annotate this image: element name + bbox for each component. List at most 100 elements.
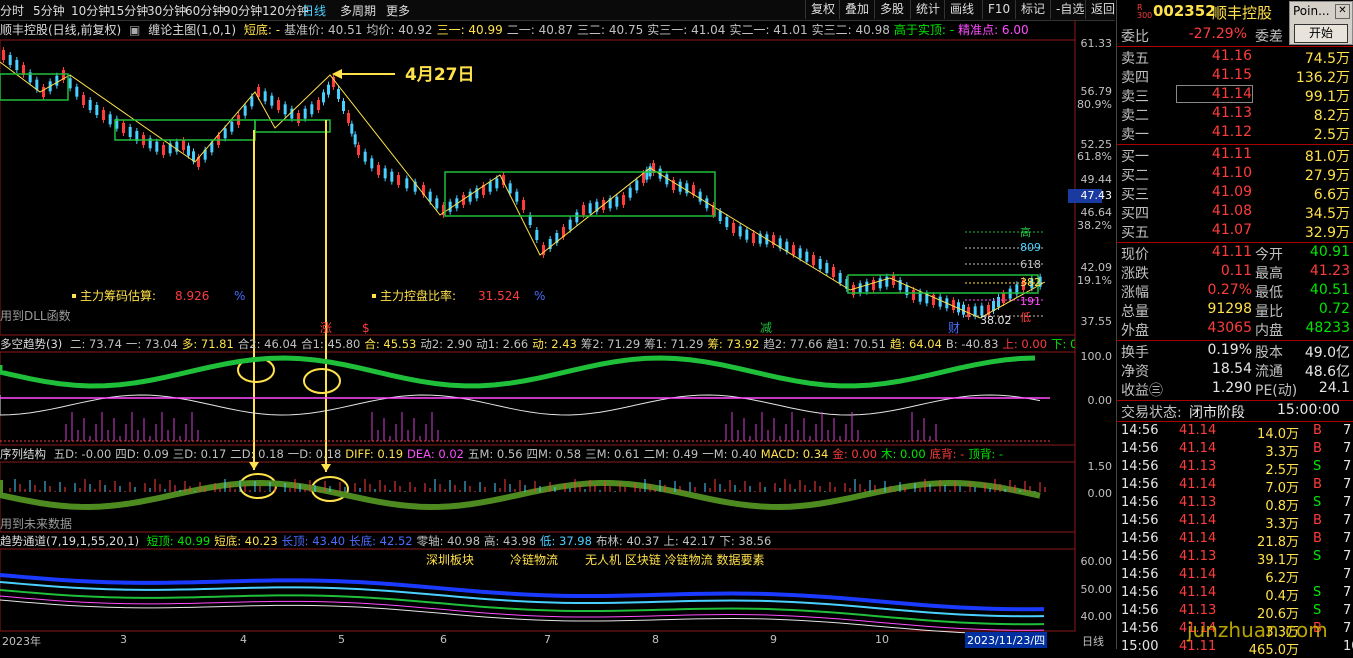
level-label: 高 <box>1020 225 1031 239</box>
indicator-value: 金: 0.00 <box>832 447 878 461</box>
toolbar-button[interactable]: 返回 <box>1085 0 1120 19</box>
indicator-value: 二M: 0.49 <box>643 447 699 461</box>
toolbar-button[interactable]: 画线 <box>944 0 979 19</box>
stat-row: 净资 18.54 流通 48.6亿 <box>1117 361 1353 380</box>
buy-row[interactable]: 买三 41.09 6.6万 <box>1117 184 1353 203</box>
tick-price: 41.14 <box>1179 585 1217 600</box>
bullet <box>372 294 376 298</box>
indicator-value: 二: 73.74 <box>69 337 122 351</box>
tick-price: 41.14 <box>1179 441 1217 456</box>
indicator-value: 高于实顶: - <box>893 23 955 37</box>
tick-price: 41.13 <box>1179 549 1217 564</box>
candle-body <box>303 108 307 119</box>
sell-row[interactable]: 卖四 41.15 136.2万 <box>1117 67 1353 86</box>
buy-row[interactable]: 买二 41.10 27.9万 <box>1117 165 1353 184</box>
indicator-value: MACD: 0.34 <box>760 447 829 461</box>
stat-label: 流通 <box>1255 364 1283 380</box>
tick-count: 7 <box>1343 549 1352 564</box>
indicator-value: 一D: 0.18 <box>287 447 342 461</box>
toolbar-button[interactable]: 复权 <box>805 0 840 19</box>
indicator3-name[interactable]: 趋势通道(7,19,1,55,20,1) <box>0 534 139 548</box>
indicator-value: 动1: 2.66 <box>476 337 529 351</box>
sell-row[interactable]: 卖一 41.12 2.5万 <box>1117 124 1353 143</box>
indicator-value: 短底: - <box>243 23 281 37</box>
toolbar-button[interactable]: 统计 <box>910 0 945 19</box>
indicator-value: DEA: 0.02 <box>407 447 464 461</box>
indicator-value: 一: 73.04 <box>125 337 178 351</box>
chip-estimate-unit: % <box>234 289 245 303</box>
buy-row[interactable]: 买四 41.08 34.5万 <box>1117 203 1353 222</box>
timeframe-tab[interactable]: 5分钟 <box>33 2 65 19</box>
trend-band <box>0 355 1036 389</box>
guide-arrowhead <box>321 464 331 472</box>
sell-row[interactable]: 卖五 41.16 74.5万 <box>1117 48 1353 67</box>
toolbar-button[interactable]: -自选 <box>1050 0 1089 19</box>
tick-side: B <box>1313 531 1322 546</box>
sell-price: 41.12 <box>1211 124 1252 140</box>
indicator-value: 上: 42.17 <box>663 534 716 548</box>
timeframe-tab[interactable]: 30分钟 <box>147 2 186 19</box>
close-icon[interactable]: ✕ <box>1335 4 1350 19</box>
toolbar-button[interactable]: 多股 <box>874 0 909 19</box>
tick-volume: 39.1万 <box>1257 553 1299 568</box>
toolbar-button[interactable]: F10 <box>982 0 1015 19</box>
candle-body <box>230 121 234 132</box>
candle-body <box>792 245 795 255</box>
indicator-value: 长顶: 43.40 <box>281 534 346 548</box>
indicator-value: 合: 45.53 <box>364 337 417 351</box>
tick-time: 14:56 <box>1121 495 1159 510</box>
timeframe-tab[interactable]: 15分钟 <box>109 2 148 19</box>
indicator-axis-label: 40.00 <box>1081 610 1113 623</box>
candle-body <box>35 79 39 90</box>
sell-label: 卖四 <box>1121 70 1149 86</box>
indicator2-header: 序列结构 五D: -0.00 四D: 0.09 三D: 0.17 二D: 0.18 一D… <box>0 446 1075 462</box>
timeframe-tab[interactable]: 多周期 <box>340 2 376 19</box>
timeframe-tab[interactable]: 60分钟 <box>185 2 224 19</box>
timeframe-tab[interactable]: 10分钟 <box>71 2 110 19</box>
candle-body <box>223 128 227 139</box>
buy-volume: 34.5万 <box>1304 206 1350 222</box>
buy-price: 41.09 <box>1211 184 1252 200</box>
buy-price: 41.11 <box>1211 146 1252 162</box>
buy-row[interactable]: 买一 41.11 81.0万 <box>1117 146 1353 165</box>
stat-value: 0.72 <box>1318 301 1350 317</box>
stat-value: 18.54 <box>1211 361 1252 377</box>
indicator-value: 趋: 64.04 <box>889 337 942 351</box>
indicator-value: 布林: 40.37 <box>595 534 660 548</box>
candle-body <box>698 191 702 202</box>
tick-volume: 2.5万 <box>1265 463 1299 478</box>
indicator1-name[interactable]: 多空趋势(3) <box>0 337 62 351</box>
trade-status-value: 闭市阶段 <box>1189 405 1245 421</box>
candle-body <box>317 100 320 110</box>
price-axis-label: 46.64 <box>1081 206 1113 219</box>
chart-settings-icon[interactable]: ▣ <box>129 23 140 37</box>
timeframe-tab[interactable]: 更多 <box>386 2 410 19</box>
price-axis-label: 47.43 <box>1081 189 1113 202</box>
guide-arrowhead <box>249 462 259 470</box>
indicator-value: 动2: 2.90 <box>420 337 473 351</box>
timeframe-tab[interactable]: 日线 <box>302 2 326 19</box>
buy-row[interactable]: 买五 41.07 32.9万 <box>1117 222 1353 241</box>
level-label: 809 <box>1020 241 1041 254</box>
candle-body <box>322 92 325 103</box>
tick-time: 14:56 <box>1121 549 1159 564</box>
sell-row[interactable]: 卖三 41.14 99.1万 <box>1117 85 1353 105</box>
timeframe-tab[interactable]: 90分钟 <box>223 2 262 19</box>
indicator-value: 实二一: 41.01 <box>729 23 808 37</box>
candle-body <box>122 123 125 133</box>
tick-side: S <box>1313 549 1322 564</box>
indicator-title[interactable]: 缠论主图(1,0,1) <box>148 23 236 37</box>
candle-body <box>732 223 735 233</box>
timeframe-tab[interactable]: 分时 <box>0 2 24 19</box>
stat-label: 股本 <box>1255 345 1283 361</box>
indicator3-header: 趋势通道(7,19,1,55,20,1) 短顶: 40.99 短底: 40.23 长… <box>0 533 1075 549</box>
toolbar-button[interactable]: 叠加 <box>839 0 874 19</box>
tick-count: 101 <box>1343 639 1353 654</box>
sell-row[interactable]: 卖二 41.13 8.2万 <box>1117 105 1353 124</box>
indicator2-name[interactable]: 序列结构 <box>0 447 46 461</box>
period-label: 日线 <box>1082 635 1104 648</box>
candle-body <box>82 95 85 105</box>
toolbar-button[interactable]: 标记 <box>1015 0 1050 19</box>
start-button[interactable]: 开始 <box>1294 24 1348 43</box>
indicator-value: 实三二: 40.98 <box>811 23 890 37</box>
